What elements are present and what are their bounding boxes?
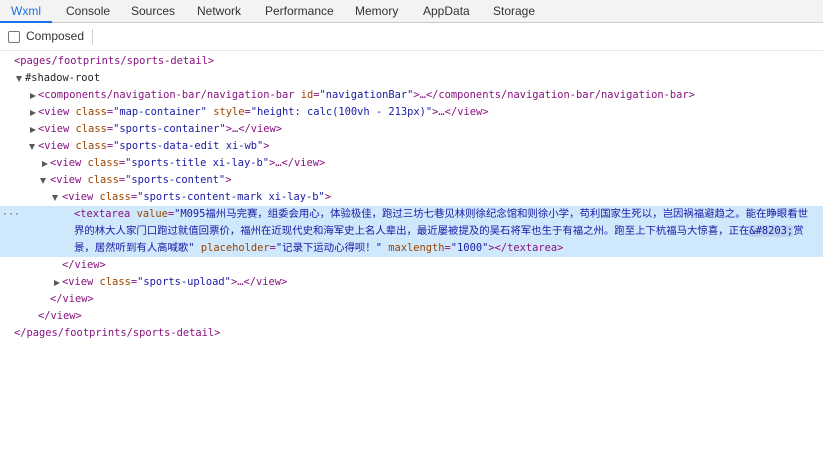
attr-name: id: [300, 89, 314, 101]
attr-name: class: [75, 106, 107, 118]
wxml-toolbar: Composed: [0, 23, 823, 51]
attr-value: "sports-content": [125, 174, 226, 186]
collapse-triangle-icon[interactable]: [30, 127, 36, 133]
tag-close: >…</view>: [225, 123, 283, 135]
attr-name: class: [75, 123, 107, 135]
toolbar-divider: [92, 29, 93, 45]
tag-text: <view: [50, 174, 82, 186]
tag-text: <view: [62, 276, 94, 288]
tree-node-sports-upload[interactable]: <view class="sports-upload">…</view>: [0, 274, 823, 291]
tag-close: >: [225, 174, 232, 186]
tag-text: <view: [38, 106, 70, 118]
tree-node-shadow-root[interactable]: #shadow-root: [0, 70, 823, 87]
tag-close: >…</components/navigation-bar/navigation…: [413, 89, 695, 101]
tree-node-sports-data-edit[interactable]: <view class="sports-data-edit xi-wb">: [0, 138, 823, 155]
tab-network[interactable]: Network: [197, 0, 241, 22]
attr-value: "sports-content-mark xi-lay-b": [137, 191, 325, 203]
more-dots-icon[interactable]: ···: [2, 206, 20, 223]
collapse-triangle-icon[interactable]: [54, 280, 60, 286]
tag-text: <view: [38, 123, 70, 135]
collapse-triangle-icon[interactable]: [30, 110, 36, 116]
attr-name: class: [87, 157, 119, 169]
tab-wxml[interactable]: Wxml: [0, 0, 52, 23]
attr-value: "height: calc(100vh - 213px)": [250, 106, 433, 118]
tag-text: <textarea: [74, 208, 131, 220]
tree-node-map-container[interactable]: <view class="map-container" style="heigh…: [0, 104, 823, 121]
tag-close: >: [263, 140, 270, 152]
attr-name: class: [87, 174, 119, 186]
attr-name: class: [75, 140, 107, 152]
attr-value: "sports-data-edit xi-wb": [113, 140, 264, 152]
tree-node-sports-content[interactable]: <view class="sports-content">: [0, 172, 823, 189]
tree-node-page-root[interactable]: <pages/footprints/sports-detail>: [0, 53, 823, 70]
tab-performance[interactable]: Performance: [265, 0, 334, 22]
tree-node-textarea-selected[interactable]: ··· <textarea value="M095福州马完赛，组委会用心，体验极…: [0, 206, 823, 257]
tag-close: >…</view>: [432, 106, 489, 118]
devtools-tab-bar: Wxml Console Sources Network Performance…: [0, 0, 823, 23]
attr-name: maxlength: [388, 242, 445, 254]
tree-node-sports-content-mark[interactable]: <view class="sports-content-mark xi-lay-…: [0, 189, 823, 206]
tag-text: </view>: [50, 293, 94, 305]
attr-name: value: [136, 208, 168, 220]
tab-console[interactable]: Console: [66, 0, 110, 22]
tag-close: >…</view>: [268, 157, 326, 169]
tree-node-navigation-bar[interactable]: <components/navigation-bar/navigation-ba…: [0, 87, 823, 104]
tag-text: <view: [62, 191, 94, 203]
tree-node-page-root-close[interactable]: </pages/footprints/sports-detail>: [0, 325, 823, 342]
tree-node-close-view[interactable]: </view>: [0, 291, 823, 308]
attr-value: "1000": [450, 242, 489, 254]
textarea-node-text: <textarea value="M095福州马完赛，组委会用心，体验极佳，跑过…: [74, 208, 809, 254]
tag-text: </view>: [38, 310, 82, 322]
expand-triangle-icon[interactable]: [16, 76, 22, 82]
entity-highlight: &#8203;: [749, 225, 794, 237]
tree-node-sports-container[interactable]: <view class="sports-container">…</view>: [0, 121, 823, 138]
attr-value: "sports-upload": [137, 276, 231, 288]
tree-node-close-view[interactable]: </view>: [0, 308, 823, 325]
tab-storage[interactable]: Storage: [493, 0, 535, 22]
tab-sources[interactable]: Sources: [131, 0, 175, 22]
composed-label[interactable]: Composed: [26, 29, 84, 43]
attr-value: "sports-container": [113, 123, 226, 135]
composed-checkbox[interactable]: [8, 31, 20, 43]
tree-node-close-view[interactable]: </view>: [0, 257, 823, 274]
tab-memory[interactable]: Memory: [355, 0, 398, 22]
tag-close: >…</view>: [230, 276, 288, 288]
attr-value: "记录下运动心得呗！": [275, 242, 382, 254]
tag-close: >: [324, 191, 332, 203]
attr-name: placeholder: [200, 242, 270, 254]
tag-text: <view: [38, 140, 70, 152]
tag-text: <components/navigation-bar/navigation-ba…: [38, 89, 295, 101]
attr-value: "navigationBar": [319, 89, 414, 101]
tag-text: </pages/footprints/sports-detail>: [14, 327, 221, 339]
tag-text: <pages/footprints/sports-detail>: [14, 55, 215, 67]
expand-triangle-icon[interactable]: [40, 178, 46, 184]
attr-name: class: [99, 276, 131, 288]
attr-name: class: [99, 191, 131, 203]
expand-triangle-icon[interactable]: [52, 195, 58, 201]
tab-appdata[interactable]: AppData: [423, 0, 470, 22]
attr-name: style: [213, 106, 245, 118]
attr-value: "map-container": [113, 106, 207, 118]
tag-close: ></textarea>: [488, 242, 564, 254]
shadow-root-label: #shadow-root: [25, 72, 101, 84]
tag-text: <view: [50, 157, 82, 169]
attr-value: "sports-title xi-lay-b": [125, 157, 269, 169]
tag-text: </view>: [62, 259, 106, 271]
expand-triangle-icon[interactable]: [29, 144, 35, 150]
collapse-triangle-icon[interactable]: [42, 161, 48, 167]
tree-node-sports-title[interactable]: <view class="sports-title xi-lay-b">…</v…: [0, 155, 823, 172]
collapse-triangle-icon[interactable]: [30, 93, 36, 99]
attr-value: "M095福州马完赛，组委会用心，体验极佳，跑过三坊七巷见林则徐纪念馆和则徐小学…: [74, 208, 809, 237]
